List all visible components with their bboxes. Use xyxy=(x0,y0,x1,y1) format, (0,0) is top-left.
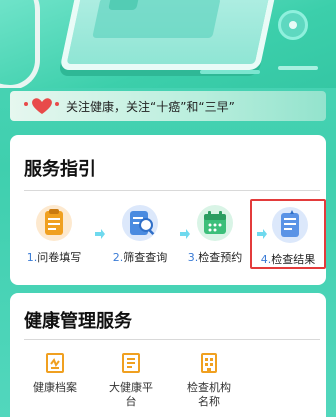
search-doc-icon xyxy=(120,203,160,243)
service-health-record[interactable]: 健康档案 xyxy=(20,351,90,395)
step-screening-query[interactable]: 2.筛查查询 xyxy=(102,199,178,269)
step-label: 1.问卷填写 xyxy=(26,251,82,264)
notice-bar[interactable]: 关注健康，关注“十癌”和“三早” xyxy=(10,91,326,121)
service-guide-title: 服务指引 xyxy=(24,159,96,180)
divider xyxy=(24,190,320,191)
step-questionnaire[interactable]: 1.问卷填写 xyxy=(16,199,92,269)
service-big-health-platform[interactable]: 大健康平 台 xyxy=(96,351,166,409)
health-management-title: 健康管理服务 xyxy=(24,311,132,332)
service-guide-card: 服务指引 1.问卷填写 2.筛查查询 3.检查预约 4.检查结果 xyxy=(10,135,326,285)
stethoscope-graphic xyxy=(0,0,40,88)
service-exam-institution[interactable]: 检查机构 名称 xyxy=(174,351,244,409)
health-record-icon xyxy=(43,351,67,375)
service-label: 检查机构 名称 xyxy=(187,381,231,408)
notice-text: 关注健康，关注“十癌”和“三早” xyxy=(66,99,235,114)
step-label: 2.筛查查询 xyxy=(112,251,168,264)
step-exam-appointment[interactable]: 3.检查预约 xyxy=(177,199,253,269)
service-label: 健康档案 xyxy=(33,381,77,394)
institution-icon xyxy=(197,351,221,375)
gear-icon xyxy=(278,10,308,40)
step-label: 4.检查结果 xyxy=(260,253,316,266)
platform-icon xyxy=(119,351,143,375)
decor-line xyxy=(200,70,260,74)
service-label: 大健康平 台 xyxy=(109,381,153,408)
report-icon xyxy=(270,205,310,245)
phone-illustration xyxy=(59,0,281,70)
clipboard-icon xyxy=(34,203,74,243)
phone-screen-graphic xyxy=(92,0,221,38)
health-management-card: 健康管理服务 健康档案 大健康平 台 检查机构 名称 xyxy=(10,293,326,417)
step-label: 3.检查预约 xyxy=(187,251,243,264)
top-banner xyxy=(0,0,336,88)
calendar-icon xyxy=(195,203,235,243)
divider xyxy=(24,339,320,340)
heart-icon xyxy=(22,96,60,116)
step-exam-result[interactable]: 4.检查结果 xyxy=(250,199,326,269)
decor-line xyxy=(278,66,318,70)
